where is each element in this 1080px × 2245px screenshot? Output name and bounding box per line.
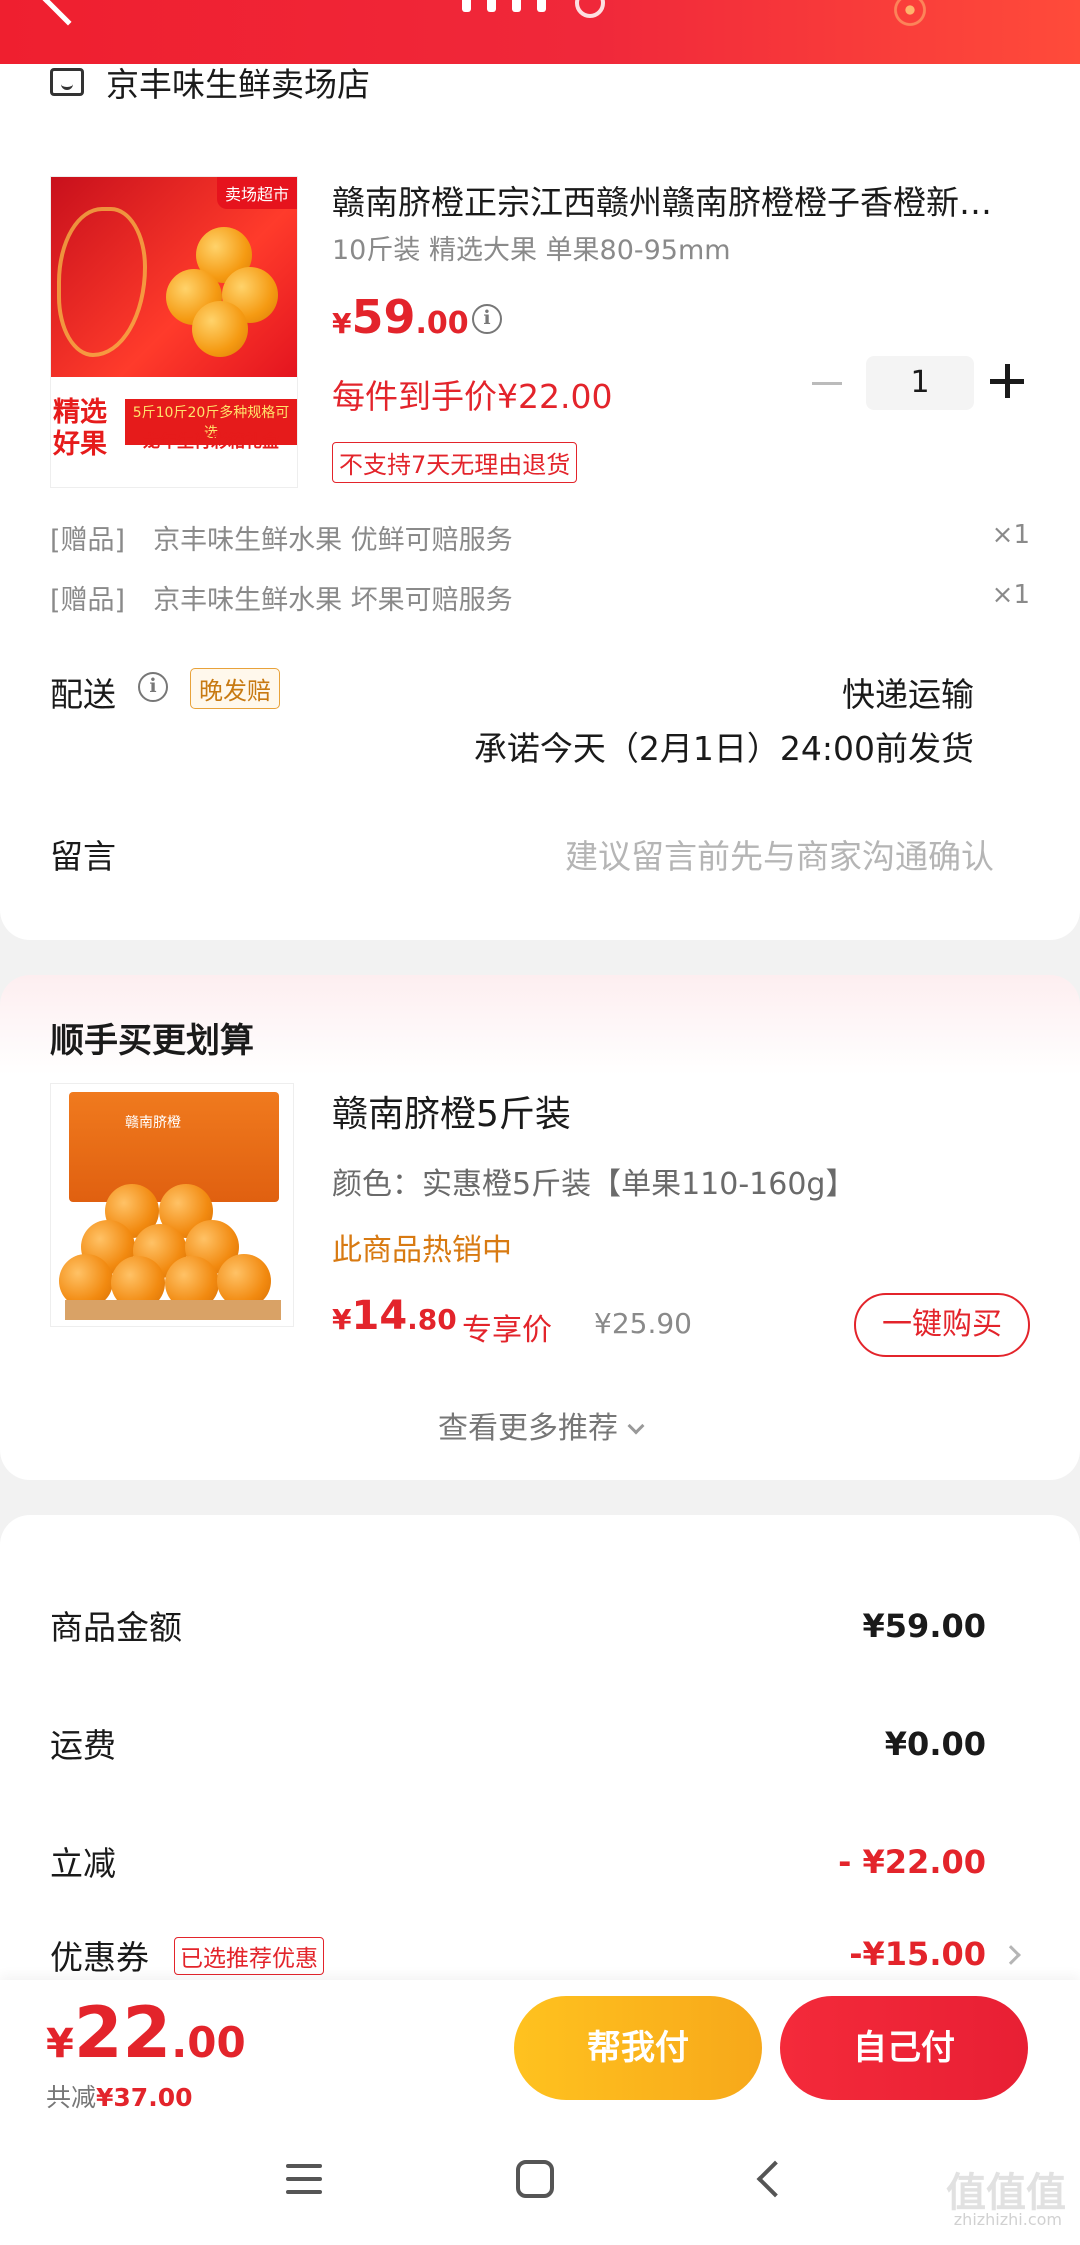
- price-currency: ¥: [332, 1303, 352, 1336]
- delivery-label: 配送: [50, 675, 116, 714]
- supermarket-tag: 卖场超市: [216, 177, 297, 209]
- store-icon: [50, 68, 84, 96]
- more-recommend-link[interactable]: 查看更多推荐: [0, 1403, 1080, 1447]
- gift-bracket: [赠品]: [50, 525, 126, 556]
- chevron-right-icon[interactable]: [1001, 1945, 1021, 1965]
- freight-label: 运费: [50, 1726, 116, 1765]
- help-pay-button[interactable]: 帮我付: [514, 1996, 762, 2100]
- back-arrow-icon[interactable]: [42, 0, 94, 26]
- delivery-promise: 承诺今天（2月1日）24:00前发货: [473, 729, 974, 768]
- nav-back-icon[interactable]: [756, 2160, 794, 2198]
- price-decimal: .00: [415, 306, 469, 341]
- recommend-hot-text: 此商品热销中: [332, 1233, 512, 1268]
- total-price: ¥22.00: [46, 1992, 246, 2074]
- message-input[interactable]: 建议留言前先与商家沟通确认: [565, 830, 994, 878]
- recommend-product-image[interactable]: 赣南脐橙: [50, 1083, 294, 1327]
- gift-item: [赠品] 京丰味生鲜水果 坏果可赔服务: [50, 578, 513, 617]
- freight-value: ¥0.00: [884, 1725, 986, 1763]
- product-price: ¥59.00: [332, 290, 469, 344]
- header-title-graphic: [462, 0, 546, 12]
- gift-bracket: [赠品]: [50, 585, 126, 616]
- exclusive-price-label: 专享价: [462, 1313, 552, 1348]
- goods-amount-value: ¥59.00: [862, 1607, 986, 1645]
- pay-bar: ¥22.00 共减¥37.00 帮我付 自己付: [0, 1980, 1080, 2120]
- product-spec[interactable]: 10斤装 精选大果 单果80-95mm: [332, 228, 731, 267]
- select-fruit-text: 精选好果: [53, 397, 107, 460]
- quantity-input[interactable]: 1: [866, 356, 974, 410]
- delivery-info-icon[interactable]: i: [138, 672, 168, 702]
- discount-label: 立减: [50, 1844, 116, 1883]
- gift-quantity: ×1: [991, 580, 1030, 610]
- message-label: 留言: [50, 837, 116, 876]
- product-image-caption: 精选好果 5斤10斤20斤多种规格可选 龙年生肖彩箱礼盒: [51, 377, 297, 487]
- quantity-plus-button[interactable]: [990, 364, 1026, 400]
- gift-label: 京丰味生鲜水果 优鲜可赔服务: [153, 525, 513, 556]
- total-currency: ¥: [46, 2021, 74, 2067]
- price-currency: ¥: [332, 307, 352, 340]
- top-header: [0, 0, 1080, 64]
- coupon-value[interactable]: -¥15.00: [849, 1935, 986, 1973]
- coupon-label: 优惠券: [50, 1938, 149, 1977]
- no-return-badge: 不支持7天无理由退货: [332, 442, 578, 483]
- one-click-buy-button[interactable]: 一键购买: [854, 1293, 1030, 1357]
- coupon-recommended-badge: 已选推荐优惠: [174, 1937, 324, 1975]
- product-image[interactable]: 卖场超市 精选好果 5斤10斤20斤多种规格可选 龙年生肖彩箱礼盒: [50, 176, 298, 488]
- recommend-variant[interactable]: 颜色：实惠橙5斤装【单果110-160g】: [332, 1159, 855, 1203]
- total-decimal: .00: [171, 2018, 246, 2067]
- system-nav-bar: [0, 2120, 1080, 2245]
- original-price: ¥25.90: [594, 1307, 692, 1340]
- recommend-title[interactable]: 赣南脐橙5斤装: [332, 1085, 571, 1137]
- gift-label: 京丰味生鲜水果 坏果可赔服务: [153, 585, 513, 616]
- recent-apps-icon[interactable]: [286, 2164, 322, 2194]
- total-saved: 共减¥37.00: [46, 2078, 193, 2114]
- gift-quantity: ×1: [991, 520, 1030, 550]
- recommend-card: 顺手买更划算 赣南脐橙 赣南脐橙5斤装 颜色：实惠橙5斤装【单果110-160g…: [0, 975, 1080, 1480]
- quantity-minus-button[interactable]: [812, 382, 842, 385]
- gift-item: [赠品] 京丰味生鲜水果 优鲜可赔服务: [50, 518, 513, 557]
- favorite-icon[interactable]: [575, 0, 605, 18]
- price-integer: 59: [351, 290, 416, 344]
- discount-value: - ¥22.00: [838, 1843, 986, 1881]
- store-name: 京丰味生鲜卖场店: [106, 65, 370, 104]
- hand-price: 每件到手价¥22.00: [332, 377, 613, 416]
- chevron-down-icon: [627, 1417, 645, 1435]
- total-integer: 22: [73, 1992, 172, 2074]
- price-integer: 14: [351, 1293, 408, 1339]
- price-decimal: .80: [407, 1303, 457, 1336]
- box-label: 赣南脐橙: [125, 1115, 181, 1131]
- saved-prefix: 共减: [46, 2083, 97, 2112]
- recommend-price: ¥14.80: [332, 1293, 457, 1339]
- product-card: 京丰味生鲜卖场店 卖场超市 精选好果 5斤10斤20斤多种规格可选 龙年生肖彩箱…: [0, 64, 1080, 940]
- firework-decoration: [860, 0, 960, 60]
- price-info-icon[interactable]: i: [472, 304, 502, 334]
- home-icon[interactable]: [516, 2160, 554, 2198]
- product-title[interactable]: 赣南脐橙正宗江西赣州赣南脐橙橙子香橙新鲜当季水果: [332, 176, 1022, 224]
- saved-value: ¥37.00: [96, 2083, 193, 2112]
- recommend-section-title: 顺手买更划算: [50, 1021, 254, 1061]
- more-recommend-label: 查看更多推荐: [438, 1411, 618, 1446]
- self-pay-button[interactable]: 自己付: [780, 1996, 1028, 2100]
- tray-graphic: [65, 1300, 281, 1320]
- giftbox-text: 龙年生肖彩箱礼盒: [143, 432, 279, 452]
- price-summary-card: 商品金额 ¥59.00 运费 ¥0.00 立减 - ¥22.00 优惠券 已选推…: [0, 1515, 1080, 1995]
- orange-graphic: [156, 217, 296, 357]
- late-compensation-badge[interactable]: 晚发赔: [190, 668, 280, 709]
- delivery-method[interactable]: 快递运输: [842, 668, 974, 716]
- watermark-site: zhizhizhi.com: [953, 2210, 1062, 2229]
- goods-amount-label: 商品金额: [50, 1608, 182, 1647]
- store-header[interactable]: 京丰味生鲜卖场店: [50, 58, 370, 106]
